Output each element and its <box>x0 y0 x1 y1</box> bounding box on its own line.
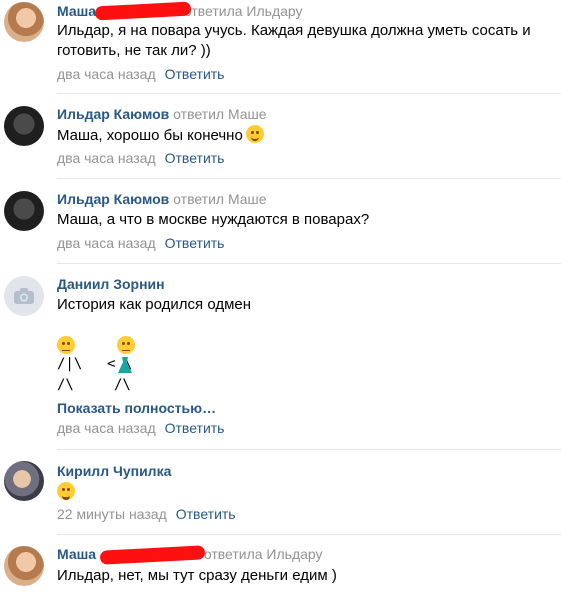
comment-header: Кирилл Чупилка <box>57 463 171 479</box>
ascii-art-line: /\ <box>57 377 74 393</box>
reply-button[interactable]: Ответить <box>165 66 225 82</box>
wink-emoji-icon <box>245 125 264 143</box>
avatar[interactable] <box>4 191 44 231</box>
comment-text <box>57 482 75 503</box>
comment-text: Ильдар, я на повара учусь. Каждая девушк… <box>57 21 531 61</box>
reply-to-label[interactable]: ответил Маше <box>173 191 266 207</box>
comment-text: Маша, хорошо бы конечно <box>57 125 264 146</box>
timestamp[interactable]: два часа назад <box>57 235 156 251</box>
comment-header: Ильдар Каюмов ответил Маше <box>57 106 267 122</box>
comment-header: Даниил Зорнин <box>57 276 165 292</box>
author-name[interactable]: Даниил Зорнин <box>57 276 165 292</box>
author-name[interactable]: Маша <box>57 546 96 562</box>
author-name[interactable]: Кирилл Чупилка <box>57 463 171 479</box>
comment-separator <box>57 93 561 94</box>
reply-to-label[interactable]: ответил Маше <box>173 106 266 122</box>
author-name[interactable]: Ильдар Каюмов <box>57 106 169 122</box>
comment-text-line: История как родился одмен <box>57 296 252 313</box>
reply-button[interactable]: Ответить <box>176 506 236 522</box>
comment-text-line: Ильдар, я на повара учусь. Каждая девушк… <box>57 22 531 39</box>
neutral-emoji-icon <box>57 336 75 354</box>
comment-meta: два часа назад Ответить <box>57 66 224 82</box>
comment-separator <box>57 449 561 450</box>
reply-button[interactable]: Ответить <box>165 420 225 436</box>
timestamp[interactable]: 22 минуты назад <box>57 506 167 522</box>
laughing-tears-emoji-icon <box>57 482 75 500</box>
timestamp[interactable]: два часа назад <box>57 150 156 166</box>
camera-icon <box>14 288 34 304</box>
avatar[interactable] <box>4 461 44 501</box>
avatar[interactable] <box>4 106 44 146</box>
avatar[interactable] <box>4 276 44 316</box>
comment-text: Маша, а что в москве нуждаются в поварах… <box>57 210 369 230</box>
ascii-art-line: /|\ <box>57 356 83 372</box>
comment-meta: два часа назад Ответить <box>57 235 224 251</box>
author-name[interactable]: Маша <box>57 3 96 19</box>
comment-separator <box>57 178 561 179</box>
reply-to-label[interactable]: ответила Ильдару <box>184 3 303 19</box>
reply-to-label[interactable]: ответила Ильдару <box>204 546 323 562</box>
show-more-link[interactable]: Показать полностью… <box>57 400 216 416</box>
comment-text: История как родился одмен <box>57 295 251 315</box>
dress-icon <box>118 357 132 373</box>
neutral-emoji-icon <box>117 336 135 354</box>
reply-button[interactable]: Ответить <box>165 235 225 251</box>
timestamp[interactable]: два часа назад <box>57 420 156 436</box>
comment-text-line: Маша, а что в москве нуждаются в поварах… <box>57 211 370 228</box>
comment-text: Ильдар, нет, мы тут сразу деньги едим ) <box>57 566 337 586</box>
comment-meta: два часа назад Ответить <box>57 420 224 436</box>
comment-text-line: Маша, хорошо бы конечно <box>57 127 243 144</box>
comment-text-line: Ильдар, нет, мы тут сразу деньги едим ) <box>57 567 337 584</box>
reply-button[interactable]: Ответить <box>165 150 225 166</box>
comment-header: Ильдар Каюмов ответил Маше <box>57 191 267 207</box>
timestamp[interactable]: два часа назад <box>57 66 156 82</box>
comment-text-line: готовить, не так ли? )) <box>57 42 211 59</box>
comment-separator <box>57 534 561 535</box>
avatar[interactable] <box>4 546 44 586</box>
avatar[interactable] <box>4 2 44 42</box>
comment-separator <box>57 263 561 264</box>
comment-meta: два часа назад Ответить <box>57 150 224 166</box>
author-name[interactable]: Ильдар Каюмов <box>57 191 169 207</box>
comment-meta: 22 минуты назад Ответить <box>57 506 236 522</box>
ascii-art-line: /\ <box>114 377 131 393</box>
